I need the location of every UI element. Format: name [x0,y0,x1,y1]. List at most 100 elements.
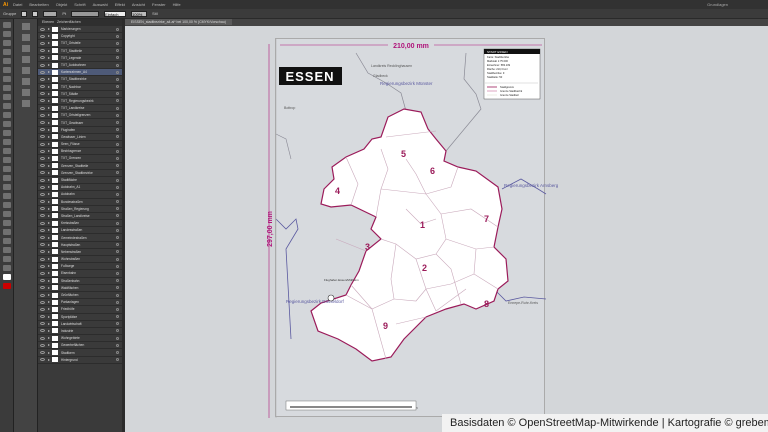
expand-arrow-icon[interactable] [48,265,50,268]
layer-row[interactable]: Autobahn [38,191,122,199]
layer-row[interactable]: Landesstraßen [38,227,122,235]
target-circle-icon[interactable] [116,77,119,81]
layer-row[interactable]: Stadtkern [38,349,122,357]
target-circle-icon[interactable] [116,329,119,333]
layer-row[interactable]: Grenzen_Stadtbezirke [38,170,122,177]
target-circle-icon[interactable] [116,243,119,247]
target-circle-icon[interactable] [116,27,119,31]
target-circle-icon[interactable] [116,257,119,261]
visibility-eye-icon[interactable] [40,250,45,254]
district-number-7[interactable]: 7 [484,214,489,224]
district-number-1[interactable]: 1 [420,220,425,230]
target-circle-icon[interactable] [116,293,119,297]
target-circle-icon[interactable] [116,207,119,211]
target-circle-icon[interactable] [116,343,119,347]
target-circle-icon[interactable] [116,264,119,268]
target-circle-icon[interactable] [116,56,119,60]
expand-arrow-icon[interactable] [48,258,50,261]
selection-tool-icon[interactable] [3,22,11,28]
stroke-color-icon[interactable] [3,283,11,289]
eyedropper-tool-icon[interactable] [3,202,11,208]
swatches-panel-icon[interactable] [22,34,30,41]
visibility-eye-icon[interactable] [40,264,45,268]
tab-artboards[interactable]: Zeichenflächen [57,20,81,24]
expand-arrow-icon[interactable] [48,114,50,117]
district-number-9[interactable]: 9 [383,321,388,331]
visibility-eye-icon[interactable] [40,85,45,89]
magic-wand-tool-icon[interactable] [3,40,11,46]
target-circle-icon[interactable] [116,113,119,117]
target-circle-icon[interactable] [116,286,119,290]
visibility-eye-icon[interactable] [40,99,45,103]
layer-row[interactable]: Industrie [38,328,122,336]
fill-swatch[interactable] [21,10,28,17]
layer-row[interactable]: TXT_Nachbar [38,84,122,91]
target-circle-icon[interactable] [116,49,119,53]
layer-row[interactable]: Gemeindestraßen [38,234,122,242]
expand-arrow-icon[interactable] [48,250,50,253]
target-circle-icon[interactable] [116,250,119,254]
visibility-eye-icon[interactable] [40,214,45,218]
layer-row[interactable]: Markierungen [38,26,122,34]
target-circle-icon[interactable] [116,271,119,275]
tab-layers[interactable]: Ebenen [42,20,54,24]
expand-arrow-icon[interactable] [48,272,50,275]
expand-arrow-icon[interactable] [48,200,50,203]
layers-panel-icon[interactable] [22,100,30,107]
scale-tool-icon[interactable] [3,139,11,145]
layer-row[interactable]: Grünflächen [38,292,122,300]
visibility-eye-icon[interactable] [40,34,45,38]
layer-row[interactable]: TXT_Stadtteile [38,48,122,55]
expand-arrow-icon[interactable] [48,107,50,110]
eraser-tool-icon[interactable] [3,121,11,127]
target-circle-icon[interactable] [116,214,119,218]
zoom-tool-icon[interactable] [3,265,11,271]
target-circle-icon[interactable] [116,322,119,326]
blend-tool-icon[interactable] [3,211,11,217]
expand-arrow-icon[interactable] [48,157,50,160]
symbols-panel-icon[interactable] [22,56,30,63]
layer-row[interactable]: TXT_Ortsteile [38,40,122,48]
layer-row[interactable]: Kreisstraßen [38,220,122,228]
layer-row[interactable]: Flughafen [38,127,122,134]
layer-row[interactable]: Stadtfläche [38,177,122,185]
visibility-eye-icon[interactable] [40,185,45,189]
expand-arrow-icon[interactable] [48,78,50,81]
document-tab[interactable]: EISSEN_stadtbezirke_a4.ai* bei 100,00 % … [125,19,232,25]
brushes-panel-icon[interactable] [22,45,30,52]
target-circle-icon[interactable] [116,41,119,45]
expand-arrow-icon[interactable] [48,301,50,304]
target-circle-icon[interactable] [116,149,119,153]
district-number-6[interactable]: 6 [430,166,435,176]
target-circle-icon[interactable] [116,228,119,232]
expand-arrow-icon[interactable] [48,171,50,174]
visibility-eye-icon[interactable] [40,315,45,319]
expand-arrow-icon[interactable] [48,344,50,347]
expand-arrow-icon[interactable] [48,329,50,332]
layer-row[interactable]: TXT_Regierungsbezirk [38,98,122,106]
stroke-panel-icon[interactable] [22,67,30,74]
rectangle-tool-icon[interactable] [3,94,11,100]
expand-arrow-icon[interactable] [48,28,50,31]
layer-row[interactable]: Fußwege [38,263,122,271]
target-circle-icon[interactable] [116,351,119,355]
visibility-eye-icon[interactable] [40,243,45,247]
target-circle-icon[interactable] [116,192,119,196]
district-number-5[interactable]: 5 [401,149,406,159]
target-circle-icon[interactable] [116,164,119,168]
layer-row[interactable]: Sportplätze [38,314,122,321]
layer-row[interactable]: TXT_Autobahnen [38,62,122,70]
expand-arrow-icon[interactable] [48,279,50,282]
expand-arrow-icon[interactable] [48,49,50,52]
layer-row[interactable]: Friedhöfe [38,306,122,314]
fill-color-icon[interactable] [3,274,11,280]
pencil-tool-icon[interactable] [3,112,11,118]
expand-arrow-icon[interactable] [48,207,50,210]
target-circle-icon[interactable] [116,307,119,311]
target-circle-icon[interactable] [116,34,119,38]
visibility-eye-icon[interactable] [40,271,45,275]
visibility-eye-icon[interactable] [40,63,45,67]
expand-arrow-icon[interactable] [48,42,50,45]
layer-row[interactable]: Straßen_Landkreise [38,213,122,221]
district-number-8[interactable]: 8 [484,299,489,309]
